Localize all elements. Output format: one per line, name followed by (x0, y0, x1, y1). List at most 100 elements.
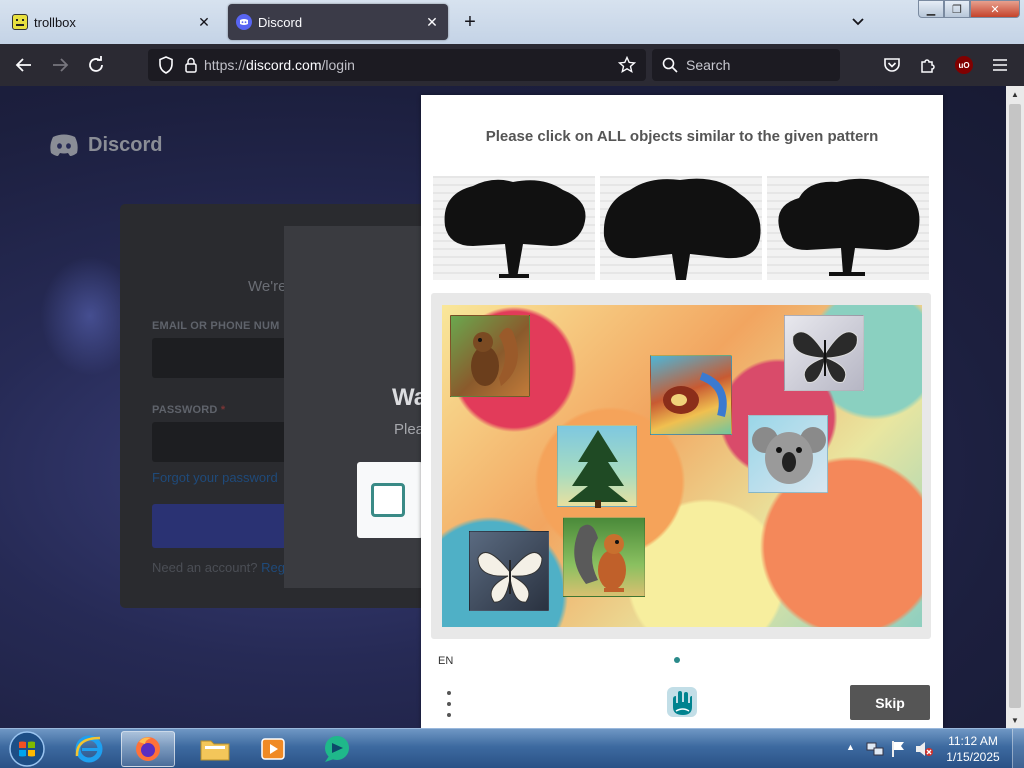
tree-icon (778, 178, 920, 276)
tile-butterfly[interactable] (784, 315, 864, 391)
tab-title: Discord (258, 14, 303, 30)
discord-favicon (236, 14, 252, 30)
action-center-flag-icon[interactable] (890, 740, 906, 758)
tile-koala[interactable] (748, 415, 828, 493)
arrow-right-icon (53, 58, 69, 72)
scrollbar-thumb[interactable] (1009, 104, 1021, 708)
minimize-button[interactable]: ▁ (918, 0, 944, 18)
welcome-heading: We're (248, 278, 287, 295)
bookmark-star-icon[interactable] (618, 56, 636, 74)
windows-taskbar: ▲ 11:12 AM 1/15/2025 (0, 728, 1024, 768)
hcaptcha-logo (665, 685, 699, 719)
pine-tree-icon (568, 430, 628, 508)
butterfly-icon (477, 551, 543, 603)
tab-title: trollbox (34, 14, 76, 30)
navigation-toolbar: https://discord.com/login Search uO (0, 44, 1024, 86)
register-link[interactable]: Reg (261, 560, 285, 575)
ublock-origin-button[interactable]: uO (950, 52, 978, 78)
network-icon[interactable] (866, 740, 884, 758)
media-player-icon (261, 738, 285, 760)
page-indicator-dot (674, 657, 680, 663)
show-desktop-button[interactable] (1012, 729, 1024, 768)
squirrel-icon (574, 524, 626, 592)
example-image-tree (600, 176, 762, 280)
clock-time: 11:12 AM (948, 734, 998, 748)
extensions-button[interactable] (914, 52, 942, 78)
url-bar[interactable]: https://discord.com/login (148, 49, 646, 81)
tile-abstract-swirl[interactable] (650, 355, 732, 435)
tree-icon (603, 178, 761, 280)
swirl-icon (663, 372, 727, 418)
window-controls: ▁ ❐ ✕ (918, 0, 1022, 20)
scroll-up-arrow-icon[interactable]: ▲ (1006, 86, 1024, 102)
hcaptcha-checkbox[interactable] (371, 483, 405, 517)
taskbar-media-player[interactable] (246, 731, 300, 767)
reload-icon (89, 56, 103, 72)
folder-icon (200, 740, 230, 761)
reload-button[interactable] (82, 52, 110, 78)
chevron-down-icon (852, 18, 864, 26)
url-text: https://discord.com/login (204, 57, 355, 73)
puzzle-icon (921, 59, 935, 73)
internet-explorer-icon (75, 735, 103, 763)
verification-subtext: Plea (394, 421, 425, 438)
new-tab-button[interactable]: + (458, 10, 482, 34)
pocket-button[interactable] (878, 52, 906, 78)
close-tab-icon[interactable]: ✕ (194, 12, 214, 32)
password-label: PASSWORD * (152, 404, 226, 416)
tile-squirrel[interactable] (563, 517, 645, 597)
windows-orb-icon (9, 731, 45, 767)
close-tab-icon[interactable]: ✕ (422, 12, 442, 32)
challenge-image[interactable] (442, 305, 922, 627)
lock-icon[interactable] (184, 57, 198, 73)
tab-discord[interactable]: Discord ✕ (228, 4, 448, 40)
list-all-tabs-button[interactable] (846, 10, 870, 34)
shield-icon[interactable] (158, 56, 174, 74)
firefox-icon (136, 737, 160, 761)
browser-titlebar: trollbox ✕ Discord ✕ + ▁ ❐ ✕ (0, 0, 1024, 44)
search-placeholder: Search (686, 57, 731, 73)
trollbox-favicon (12, 14, 28, 30)
skip-button[interactable]: Skip (850, 685, 930, 720)
taskbar-firefox[interactable] (121, 731, 175, 767)
squirrel-icon (471, 327, 518, 386)
challenge-prompt: Please click on ALL objects similar to t… (485, 128, 879, 145)
restore-button[interactable]: ❐ (944, 0, 970, 18)
hamburger-menu-icon (993, 59, 1007, 71)
pocket-icon (884, 58, 900, 72)
show-hidden-icons-icon[interactable]: ▲ (846, 742, 855, 752)
koala-icon (752, 427, 826, 484)
discord-clyde-icon (50, 134, 78, 156)
taskbar-file-explorer[interactable] (188, 731, 242, 767)
forgot-password-link[interactable]: Forgot your password (152, 470, 278, 485)
taskbar-internet-explorer[interactable] (62, 731, 116, 767)
tile-pine-tree[interactable] (557, 425, 637, 508)
forward-button[interactable] (46, 52, 74, 78)
search-icon (662, 57, 678, 73)
need-account-text: Need an account? Reg (152, 560, 286, 575)
language-selector[interactable]: EN (438, 655, 453, 667)
hcaptcha-hand-icon (667, 687, 697, 717)
tab-trollbox[interactable]: trollbox ✕ (4, 4, 220, 40)
more-options-button[interactable] (443, 691, 455, 717)
arrow-left-icon (15, 58, 31, 72)
page-scrollbar[interactable]: ▲ ▼ (1006, 86, 1024, 728)
ublock-origin-icon: uO (955, 56, 973, 74)
hcaptcha-widget (357, 462, 423, 538)
back-button[interactable] (10, 52, 38, 78)
scroll-down-arrow-icon[interactable]: ▼ (1006, 712, 1024, 728)
system-clock[interactable]: 11:12 AM 1/15/2025 (940, 733, 1006, 765)
volume-muted-icon[interactable] (914, 740, 934, 758)
email-label: EMAIL OR PHONE NUM (152, 320, 280, 332)
close-window-button[interactable]: ✕ (970, 0, 1020, 18)
butterfly-icon (792, 331, 858, 384)
tree-icon (444, 179, 586, 278)
tile-squirrel[interactable] (450, 315, 530, 397)
example-image-tree (767, 176, 929, 280)
search-box[interactable]: Search (652, 49, 840, 81)
taskbar-app[interactable] (310, 731, 364, 767)
hcaptcha-challenge: Please click on ALL objects similar to t… (421, 95, 943, 728)
app-menu-button[interactable] (986, 52, 1014, 78)
tile-butterfly[interactable] (469, 531, 549, 611)
start-button[interactable] (4, 730, 50, 768)
